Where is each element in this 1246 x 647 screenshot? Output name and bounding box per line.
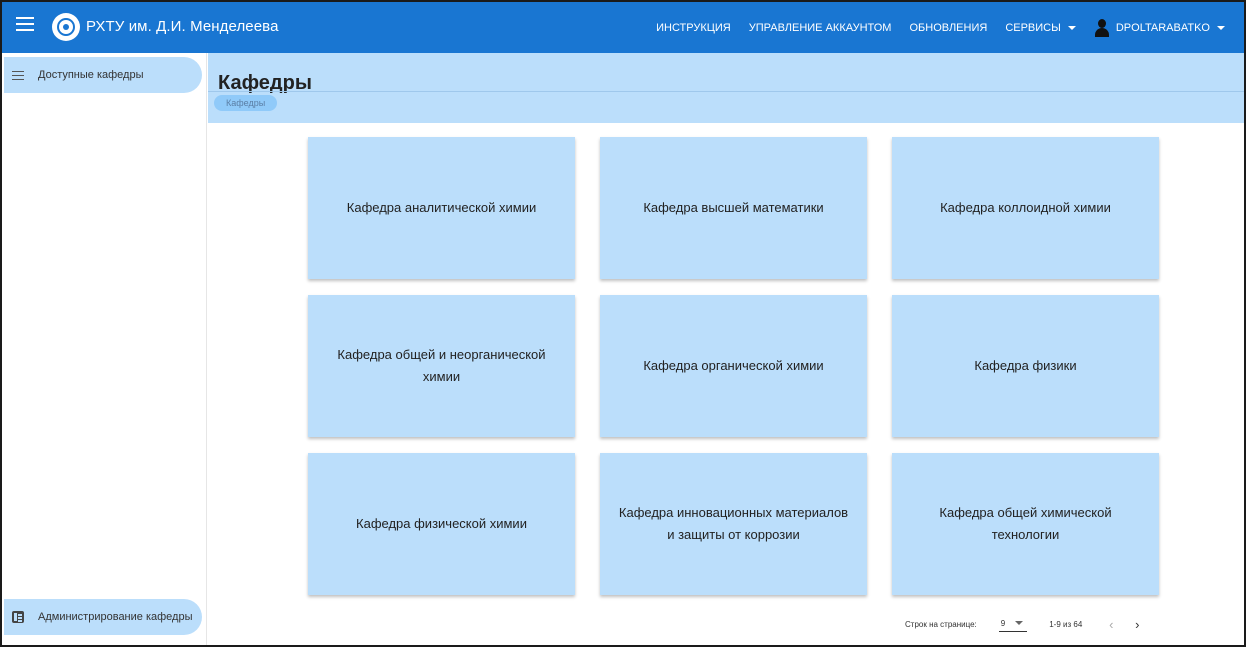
department-name: Кафедра инновационных материалов и защит… [618,505,849,542]
sidebar: Доступные кафедры Администрирование кафе… [2,53,207,645]
header-divider [208,91,1244,92]
department-name: Кафедра аналитической химии [346,200,537,215]
rows-per-page-value: 9 [1000,618,1006,628]
rows-per-page-label: Строк на странице: [905,619,977,629]
user-avatar-icon [1094,18,1110,37]
department-name: Кафедра коллоидной химии [940,200,1111,215]
department-card[interactable]: Кафедра высшей математики [600,137,867,279]
sidebar-item-label: Доступные кафедры [38,69,144,81]
page-header: Кафедры Кафедры [208,53,1244,123]
breadcrumb[interactable]: Кафедры [214,95,278,111]
nav-updates[interactable]: ОБНОВЛЕНИЯ [900,22,996,34]
chevron-left-icon[interactable]: ‹ [1102,615,1120,633]
top-navigation: ИНСТРУКЦИЯ УПРАВЛЕНИЕ АККАУНТОМ ОБНОВЛЕН… [647,2,1234,53]
app-title[interactable]: РХТУ им. Д.И. Менделеева [86,18,279,35]
department-name: Кафедра органической химии [643,358,824,373]
department-card[interactable]: Кафедра коллоидной химии [892,137,1159,279]
department-card[interactable]: Кафедра аналитической химии [308,137,575,279]
department-card[interactable]: Кафедра физики [892,295,1159,437]
chevron-down-icon [1217,25,1225,30]
top-app-bar: РХТУ им. Д.И. Менделеева ИНСТРУКЦИЯ УПРА… [2,2,1244,53]
nav-services-dropdown[interactable]: СЕРВИСЫ [996,22,1085,34]
chevron-down-icon [1015,621,1024,625]
nav-instruction[interactable]: ИНСТРУКЦИЯ [647,22,740,34]
list-icon [12,70,24,80]
chevron-right-icon[interactable]: › [1128,615,1146,633]
page-range: 1-9 из 64 [1049,619,1083,629]
department-name: Кафедра общей химической технологии [939,505,1112,542]
nav-services-label: СЕРВИСЫ [1005,21,1061,34]
department-card[interactable]: Кафедра общей химической технологии [892,453,1159,595]
nav-account-management[interactable]: УПРАВЛЕНИЕ АККАУНТОМ [740,22,901,34]
department-name: Кафедра высшей математики [643,200,824,215]
app-window: РХТУ им. Д.И. Менделеева ИНСТРУКЦИЯ УПРА… [0,0,1246,647]
sidebar-item-available-departments[interactable]: Доступные кафедры [4,57,202,93]
department-card[interactable]: Кафедра общей и неорганической химии [308,295,575,437]
rows-per-page-select[interactable]: 9 [998,616,1028,632]
user-name: DPOLTARABATKO [1115,21,1210,34]
department-card[interactable]: Кафедра физической химии [308,453,575,595]
department-card[interactable]: Кафедра инновационных материалов и защит… [600,453,867,595]
department-name: Кафедра общей и неорганической химии [337,347,546,384]
menu-icon[interactable] [16,17,34,35]
sidebar-item-department-admin[interactable]: Администрирование кафедры [4,599,202,635]
chevron-down-icon [1067,25,1076,30]
department-name: Кафедра физической химии [356,516,527,531]
department-name: Кафедра физики [974,358,1077,373]
department-card[interactable]: Кафедра органической химии [600,295,867,437]
sidebar-item-label: Администрирование кафедры [38,611,193,623]
user-menu[interactable]: DPOLTARABATKO [1085,18,1234,37]
university-logo [52,13,80,41]
pagination: Строк на странице: 9 1-9 из 64 ‹ › [905,613,1146,635]
dashboard-icon [12,611,24,623]
